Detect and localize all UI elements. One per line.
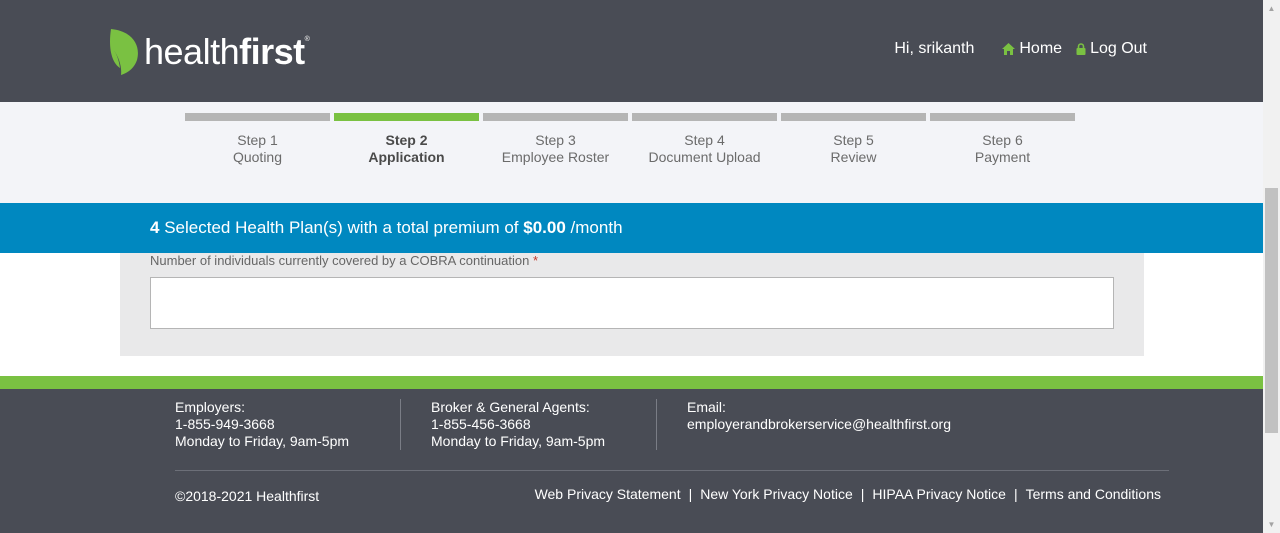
footer-accent-line <box>0 376 1263 389</box>
page: healthfirst® Hi, srikanth Home Log Out S… <box>0 0 1263 533</box>
plan-count: 4 <box>150 218 160 237</box>
logo-bold-text: first <box>239 31 305 72</box>
hipaa-privacy-link[interactable]: HIPAA Privacy Notice <box>872 486 1006 502</box>
footer-divider <box>400 399 401 450</box>
logout-link[interactable]: Log Out <box>1076 40 1147 58</box>
employers-phone[interactable]: 1-855-949-3668 <box>175 416 349 433</box>
step-payment[interactable]: Step 6 Payment <box>930 113 1075 166</box>
required-asterisk: * <box>532 253 539 268</box>
logo-wordmark: healthfirst® <box>144 31 310 72</box>
scroll-up-arrow-icon[interactable]: ▲ <box>1263 0 1280 17</box>
healthfirst-logo[interactable]: healthfirst® <box>108 27 310 77</box>
cobra-form-section: Number of individuals currently covered … <box>120 253 1144 356</box>
step-number: Step 3 <box>535 132 576 148</box>
broker-title: Broker & General Agents: <box>431 399 590 415</box>
plan-summary-banner: 4 Selected Health Plan(s) with a total p… <box>0 203 1263 253</box>
home-icon <box>1002 43 1016 55</box>
link-separator: | <box>688 486 693 502</box>
email-title: Email: <box>687 399 726 415</box>
broker-contact: Broker & General Agents: 1-855-456-3668 … <box>431 399 605 450</box>
site-header: healthfirst® Hi, srikanth Home Log Out <box>0 0 1263 102</box>
premium-amount: $0.00 <box>523 218 566 237</box>
step-number: Step 6 <box>982 132 1023 148</box>
step-name: Document Upload <box>648 149 761 165</box>
step-name: Employee Roster <box>501 149 610 165</box>
email-contact: Email: employerandbrokerservice@healthfi… <box>687 399 951 433</box>
legal-links: Web Privacy Statement | New York Privacy… <box>535 486 1161 502</box>
copyright-text: ©2018-2021 Healthfirst <box>175 488 320 504</box>
step-application[interactable]: Step 2 Application <box>334 113 479 166</box>
home-link[interactable]: Home <box>1002 40 1062 58</box>
scroll-down-arrow-icon[interactable]: ▼ <box>1263 516 1280 533</box>
footer-divider <box>656 399 657 450</box>
cobra-label-text: Number of individuals currently covered … <box>150 253 530 268</box>
step-bar <box>930 113 1075 121</box>
step-list: Step 1 Quoting Step 2 Application Step 3… <box>185 113 1079 166</box>
employers-contact: Employers: 1-855-949-3668 Monday to Frid… <box>175 399 349 450</box>
step-bar <box>185 113 330 121</box>
email-link[interactable]: employerandbrokerservice@healthfirst.org <box>687 416 951 433</box>
home-link-label: Home <box>1019 40 1063 57</box>
registered-mark: ® <box>304 36 310 43</box>
premium-period: /month <box>570 218 623 237</box>
step-number: Step 2 <box>385 132 428 148</box>
step-bar <box>483 113 628 121</box>
scrollbar-thumb[interactable] <box>1265 188 1278 433</box>
lock-icon <box>1076 43 1086 55</box>
web-privacy-link[interactable]: Web Privacy Statement <box>535 486 681 502</box>
step-name: Quoting <box>232 149 283 165</box>
user-greeting: Hi, srikanth <box>894 40 975 57</box>
site-footer: Employers: 1-855-949-3668 Monday to Frid… <box>0 389 1263 533</box>
step-bar <box>632 113 777 121</box>
step-number: Step 4 <box>684 132 725 148</box>
step-name: Application <box>368 149 445 165</box>
vertical-scrollbar[interactable]: ▲ ▼ <box>1263 0 1280 533</box>
plan-summary-text: Selected Health Plan(s) with a total pre… <box>164 218 519 237</box>
link-separator: | <box>860 486 865 502</box>
step-quoting[interactable]: Step 1 Quoting <box>185 113 330 166</box>
ny-privacy-link[interactable]: New York Privacy Notice <box>700 486 853 502</box>
step-number: Step 5 <box>833 132 874 148</box>
broker-phone[interactable]: 1-855-456-3668 <box>431 416 605 433</box>
step-name: Review <box>830 149 877 165</box>
terms-link[interactable]: Terms and Conditions <box>1026 486 1161 502</box>
logout-link-label: Log Out <box>1090 40 1147 57</box>
user-nav: Hi, srikanth Home Log Out <box>894 40 1147 58</box>
step-employee-roster[interactable]: Step 3 Employee Roster <box>483 113 628 166</box>
cobra-count-label: Number of individuals currently covered … <box>150 253 538 268</box>
logo-light-text: health <box>144 31 240 72</box>
step-number: Step 1 <box>237 132 278 148</box>
leaf-icon <box>110 29 138 75</box>
broker-hours: Monday to Friday, 9am-5pm <box>431 433 606 449</box>
footer-separator <box>175 470 1169 471</box>
progress-stepper: Step 1 Quoting Step 2 Application Step 3… <box>0 102 1263 203</box>
link-separator: | <box>1013 486 1018 502</box>
cobra-count-input[interactable] <box>150 277 1114 329</box>
step-bar <box>334 113 479 121</box>
step-document-upload[interactable]: Step 4 Document Upload <box>632 113 777 166</box>
employers-title: Employers: <box>175 399 246 415</box>
employers-hours: Monday to Friday, 9am-5pm <box>175 433 350 449</box>
step-name: Payment <box>974 149 1031 165</box>
step-review[interactable]: Step 5 Review <box>781 113 926 166</box>
step-bar <box>781 113 926 121</box>
